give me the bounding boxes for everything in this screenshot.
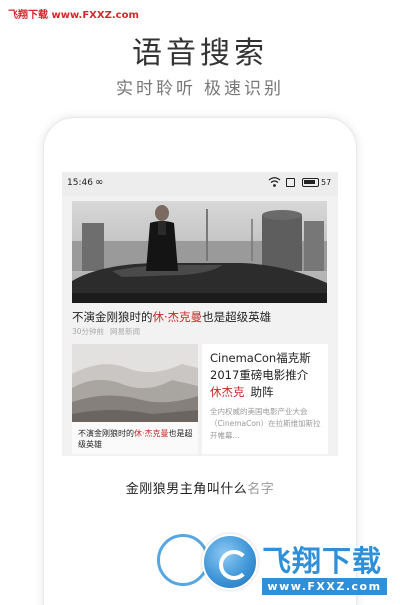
card-right-text-end: 助阵 (250, 385, 274, 399)
news-photo-mountains (72, 344, 198, 422)
card-right-highlight: 休杰克 (210, 385, 245, 399)
news-time: 30分钟前 (72, 327, 105, 336)
wifi-icon (268, 177, 281, 187)
status-bar: 15:46 ∞ 57 (62, 172, 338, 196)
news-feed: 不演金刚狼时的休·杰克曼也是超级英雄 30分钟前 网易新闻 不演金刚狼时的休·杰克… (62, 196, 338, 456)
news-source: 网易新闻 (110, 327, 141, 336)
voice-query-main: 金刚狼男主角叫什么 (125, 482, 248, 497)
page-title: 语音搜索 (132, 36, 268, 71)
headline-highlight: 休·杰克曼 (152, 310, 203, 324)
card-left-highlight: 休·杰克曼 (134, 429, 169, 438)
card-right-line-3: 休杰克 助阵 (210, 384, 326, 401)
headline-text-end: 也是超级英雄 (202, 310, 272, 324)
voice-query-text: 金刚狼男主角叫什么名字 (62, 478, 338, 497)
news-card-left-title: 不演金刚狼时的休·杰克曼也是超级英雄 (78, 428, 196, 450)
card-right-line-1: CinemaCon福克斯 (210, 351, 311, 365)
watermark-top-text: 飞翔下载 www.FXXZ.com (8, 10, 139, 21)
logo-emblem-icon (202, 534, 258, 590)
subtitle-part-1: 实时聆听 (116, 79, 196, 99)
subtitle-part-2: 极速识别 (204, 79, 284, 99)
news-card-right-title: CinemaCon福克斯 2017重磅电影推介 休杰克 助阵 (210, 350, 326, 401)
voice-query-tail: 名字 (247, 482, 275, 497)
page-subtitle: 实时聆听 极速识别 (0, 74, 400, 99)
watermark-logo: 飞翔下载 www.FXXZ.com (198, 528, 400, 605)
status-time: 15:46 (67, 178, 93, 188)
news-card-right-description: 全内权威的美国电影产业大会（CinemaCon）在拉斯维加斯拉开帷幕... (210, 407, 321, 440)
logo-url: www.FXXZ.com (262, 578, 387, 595)
news-meta: 30分钟前 网易新闻 (72, 326, 140, 337)
headline-text: 不演金刚狼时的 (72, 310, 153, 324)
sim-icon (286, 178, 295, 187)
news-headline[interactable]: 不演金刚狼时的休·杰克曼也是超级英雄 (72, 309, 271, 325)
card-right-line-2: 2017重磅电影推介 (210, 368, 309, 382)
logo-name: 飞翔下载 (262, 544, 383, 578)
battery-icon (302, 178, 319, 187)
news-card-left[interactable]: 不演金刚狼时的休·杰克曼也是超级英雄 (72, 344, 198, 454)
loop-icon: ∞ (95, 177, 104, 188)
news-photo-man-with-car[interactable] (72, 201, 327, 303)
battery-level: 57 (321, 178, 332, 187)
news-card-right[interactable]: CinemaCon福克斯 2017重磅电影推介 休杰克 助阵 全内权威的美国电影产… (202, 344, 328, 454)
card-left-text: 不演金刚狼时的 (78, 429, 134, 438)
